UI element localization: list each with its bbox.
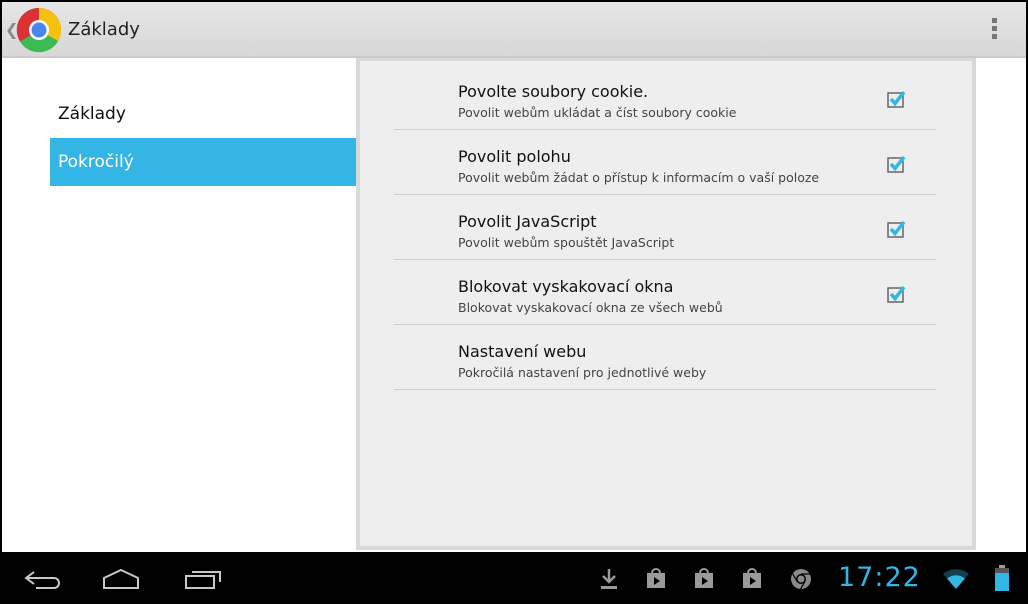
nav-item-zaklady[interactable]: Základy [50, 90, 360, 138]
pref-title: Blokovat vyskakovací okna [458, 277, 674, 296]
checkbox-checked-icon[interactable] [886, 89, 906, 109]
pref-site-settings[interactable]: Nastavení webu Pokročilá nastavení pro j… [394, 325, 936, 390]
wifi-icon[interactable] [942, 568, 970, 590]
recent-apps-icon[interactable] [184, 568, 222, 590]
battery-icon[interactable] [994, 564, 1010, 592]
pref-javascript[interactable]: Povolit JavaScript Povolit webům spouště… [394, 195, 936, 260]
play-store-icon[interactable] [742, 567, 762, 589]
system-bar: 17:22 [0, 554, 1028, 604]
pref-summary: Pokročilá nastavení pro jednotlivé weby [458, 365, 707, 380]
status-clock[interactable]: 17:22 [838, 562, 921, 593]
pref-summary: Povolit webům spouštět JavaScript [458, 235, 675, 250]
action-bar-title: Základy [68, 19, 140, 40]
checkbox-checked-icon[interactable] [886, 219, 906, 239]
overflow-menu-icon[interactable] [988, 18, 1000, 42]
nav-item-pokrocily[interactable]: Pokročilý [50, 138, 360, 186]
chrome-icon[interactable] [790, 568, 812, 590]
up-caret-icon[interactable]: ❮ [5, 20, 18, 40]
download-icon[interactable] [600, 568, 618, 590]
action-bar: ❮ Základy [2, 2, 1026, 58]
play-store-icon[interactable] [646, 567, 666, 589]
checkbox-checked-icon[interactable] [886, 154, 906, 174]
pref-cookies[interactable]: Povolte soubory cookie. Povolit webům uk… [394, 65, 936, 130]
pref-title: Povolte soubory cookie. [458, 82, 649, 101]
play-store-icon[interactable] [694, 567, 714, 589]
pref-title: Nastavení webu [458, 342, 587, 361]
pref-summary: Blokovat vyskakovací okna ze všech webů [458, 300, 723, 315]
chrome-icon[interactable] [16, 7, 62, 53]
settings-nav: Základy Pokročilý [50, 90, 360, 186]
pref-summary: Povolit webům žádat o přístup k informac… [458, 170, 820, 185]
back-icon[interactable] [24, 570, 62, 590]
pref-summary: Povolit webům ukládat a číst soubory coo… [458, 105, 737, 120]
pref-title: Povolit JavaScript [458, 212, 597, 231]
pref-block-popups[interactable]: Blokovat vyskakovací okna Blokovat vyska… [394, 260, 936, 325]
pref-location[interactable]: Povolit polohu Povolit webům žádat o pří… [394, 130, 936, 195]
home-icon[interactable] [102, 568, 140, 590]
checkbox-checked-icon[interactable] [886, 284, 906, 304]
pref-title: Povolit polohu [458, 147, 571, 166]
